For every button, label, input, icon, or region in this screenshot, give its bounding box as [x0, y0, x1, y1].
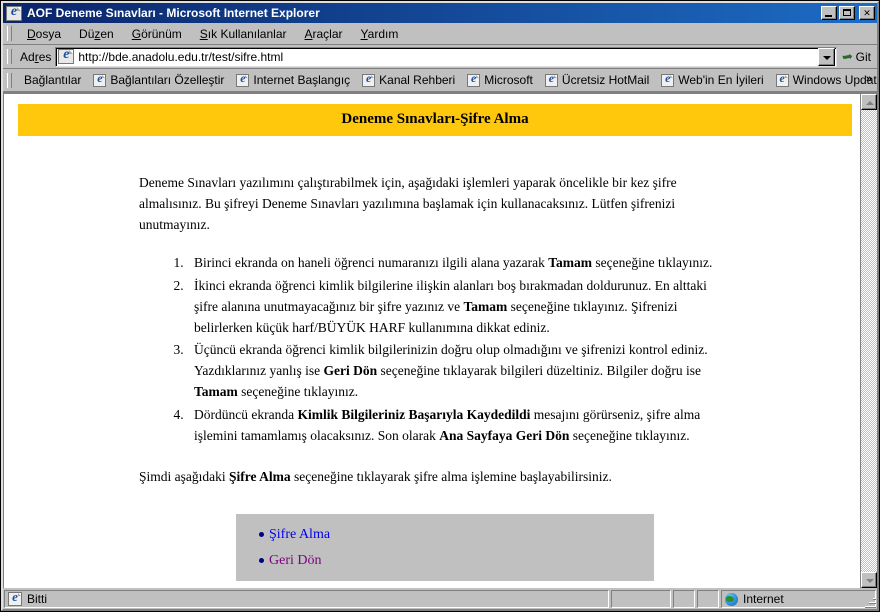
links-bar: Bağlantılar Bağlantıları Özelleştir Inte… — [3, 69, 877, 93]
links-overflow-icon[interactable]: » — [866, 73, 872, 85]
status-panel-slot2 — [697, 590, 719, 608]
menu-item-dosya[interactable]: DDosyaosya — [18, 25, 70, 43]
links-drag-grip[interactable] — [7, 72, 12, 88]
globe-icon — [725, 592, 738, 606]
security-zone-panel[interactable]: Internet — [721, 590, 876, 608]
ie-page-icon — [775, 71, 789, 87]
link-best-of-web[interactable]: Web'in En İyileri — [655, 71, 769, 87]
status-text: Bitti — [27, 592, 48, 606]
list-item: Birinci ekranda on haneli öğrenci numara… — [187, 253, 714, 274]
status-panel-slot1 — [673, 590, 695, 608]
security-zone-text: Internet — [743, 592, 784, 606]
menu-drag-grip[interactable] — [7, 26, 12, 41]
address-bar: Adres http://bde.anadolu.edu.tr/test/sif… — [3, 45, 877, 69]
go-arrow-icon: ➥ — [840, 48, 854, 65]
maximize-button[interactable] — [839, 6, 855, 20]
address-label: Adres — [20, 49, 52, 64]
list-item: Şifre Alma — [259, 527, 654, 543]
window-controls: ✕ — [821, 6, 875, 20]
scrollbar-track[interactable] — [861, 110, 877, 572]
chevron-down-icon[interactable] — [817, 47, 835, 66]
intro-paragraph: Deneme Sınavları yazılımını çalıştırabil… — [139, 175, 677, 232]
ie-page-icon — [467, 71, 481, 87]
document-body: Deneme Sınavları-Şifre Alma Deneme Sınav… — [4, 94, 860, 588]
ie-page-icon — [236, 71, 250, 87]
list-item: İkinci ekranda öğrenci kimlik bilgilerin… — [187, 276, 714, 339]
menu-item-araclar[interactable]: Araçlar — [296, 25, 352, 43]
link-customize[interactable]: Bağlantıları Özelleştir — [87, 71, 230, 87]
close-button[interactable]: ✕ — [859, 6, 875, 20]
ie-page-icon — [362, 71, 376, 87]
status-message-panel: Bitti — [4, 589, 609, 608]
page-viewport: Deneme Sınavları-Şifre Alma Deneme Sınav… — [3, 93, 877, 588]
status-bar: Bitti Internet — [3, 588, 877, 609]
links-bar-label: Bağlantılar — [24, 73, 82, 87]
ie-document-icon — [6, 4, 22, 21]
title-bar[interactable]: AOF Deneme Sınavları - Microsoft Interne… — [3, 3, 877, 23]
status-panel-progress — [611, 590, 671, 608]
menu-item-sik-kullanilanlar[interactable]: Sık Kullanılanlar — [191, 25, 296, 43]
menu-item-gorunum[interactable]: Görünüm — [123, 25, 191, 43]
address-url-text: http://bde.anadolu.edu.tr/test/sifre.htm… — [78, 49, 284, 64]
page-banner: Deneme Sınavları-Şifre Alma — [18, 104, 852, 136]
address-input[interactable]: http://bde.anadolu.edu.tr/test/sifre.htm… — [55, 46, 837, 67]
resize-grip[interactable] — [863, 595, 876, 608]
link-internet-start[interactable]: Internet Başlangıç — [230, 71, 356, 87]
link-microsoft[interactable]: Microsoft — [461, 71, 539, 87]
link-geri-don[interactable]: Geri Dön — [269, 553, 322, 569]
menu-item-yardim[interactable]: Yardım — [352, 25, 408, 43]
browser-window: AOF Deneme Sınavları - Microsoft Interne… — [0, 0, 880, 612]
link-sifre-alma[interactable]: Şifre Alma — [269, 527, 330, 543]
ie-page-icon — [544, 71, 558, 87]
link-list: Şifre Alma Geri Dön — [236, 527, 654, 569]
page-content: Deneme Sınavları yazılımını çalıştırabil… — [14, 173, 854, 581]
page-title: Deneme Sınavları-Şifre Alma — [341, 111, 529, 127]
link-hotmail[interactable]: Ücretsiz HotMail — [539, 71, 655, 87]
link-windows-update[interactable]: Windows Update — [770, 71, 877, 87]
minimize-button[interactable] — [821, 6, 837, 20]
menu-item-duzen[interactable]: Düzen — [70, 25, 123, 43]
go-button[interactable]: ➥ Git — [837, 48, 877, 65]
closing-paragraph: Şimdi aşağıdaki Şifre Alma seçeneğine tı… — [139, 469, 612, 485]
link-channel-guide[interactable]: Kanal Rehberi — [356, 71, 461, 87]
list-item: Dördüncü ekranda Kimlik Bilgileriniz Baş… — [187, 405, 714, 447]
vertical-scrollbar[interactable] — [860, 94, 877, 588]
bullet-icon — [259, 532, 264, 538]
list-item: Geri Dön — [259, 553, 654, 569]
address-drag-grip[interactable] — [7, 49, 12, 64]
triangle-up-icon[interactable] — [861, 94, 877, 110]
bullet-icon — [259, 558, 264, 564]
triangle-down-icon[interactable] — [861, 572, 877, 588]
steps-list: Birinci ekranda on haneli öğrenci numara… — [161, 253, 714, 447]
window-title: AOF Deneme Sınavları - Microsoft Interne… — [27, 6, 320, 20]
ie-page-icon — [58, 47, 75, 64]
ie-page-icon — [661, 71, 675, 87]
link-box: Şifre Alma Geri Dön — [236, 513, 654, 581]
ie-page-icon — [93, 71, 107, 87]
menu-bar: DDosyaosya Düzen Görünüm Sık Kullanılanl… — [3, 23, 877, 45]
list-item: Üçüncü ekranda öğrenci kimlik bilgilerin… — [187, 340, 714, 403]
go-label: Git — [855, 49, 871, 64]
ie-page-icon — [8, 589, 22, 606]
